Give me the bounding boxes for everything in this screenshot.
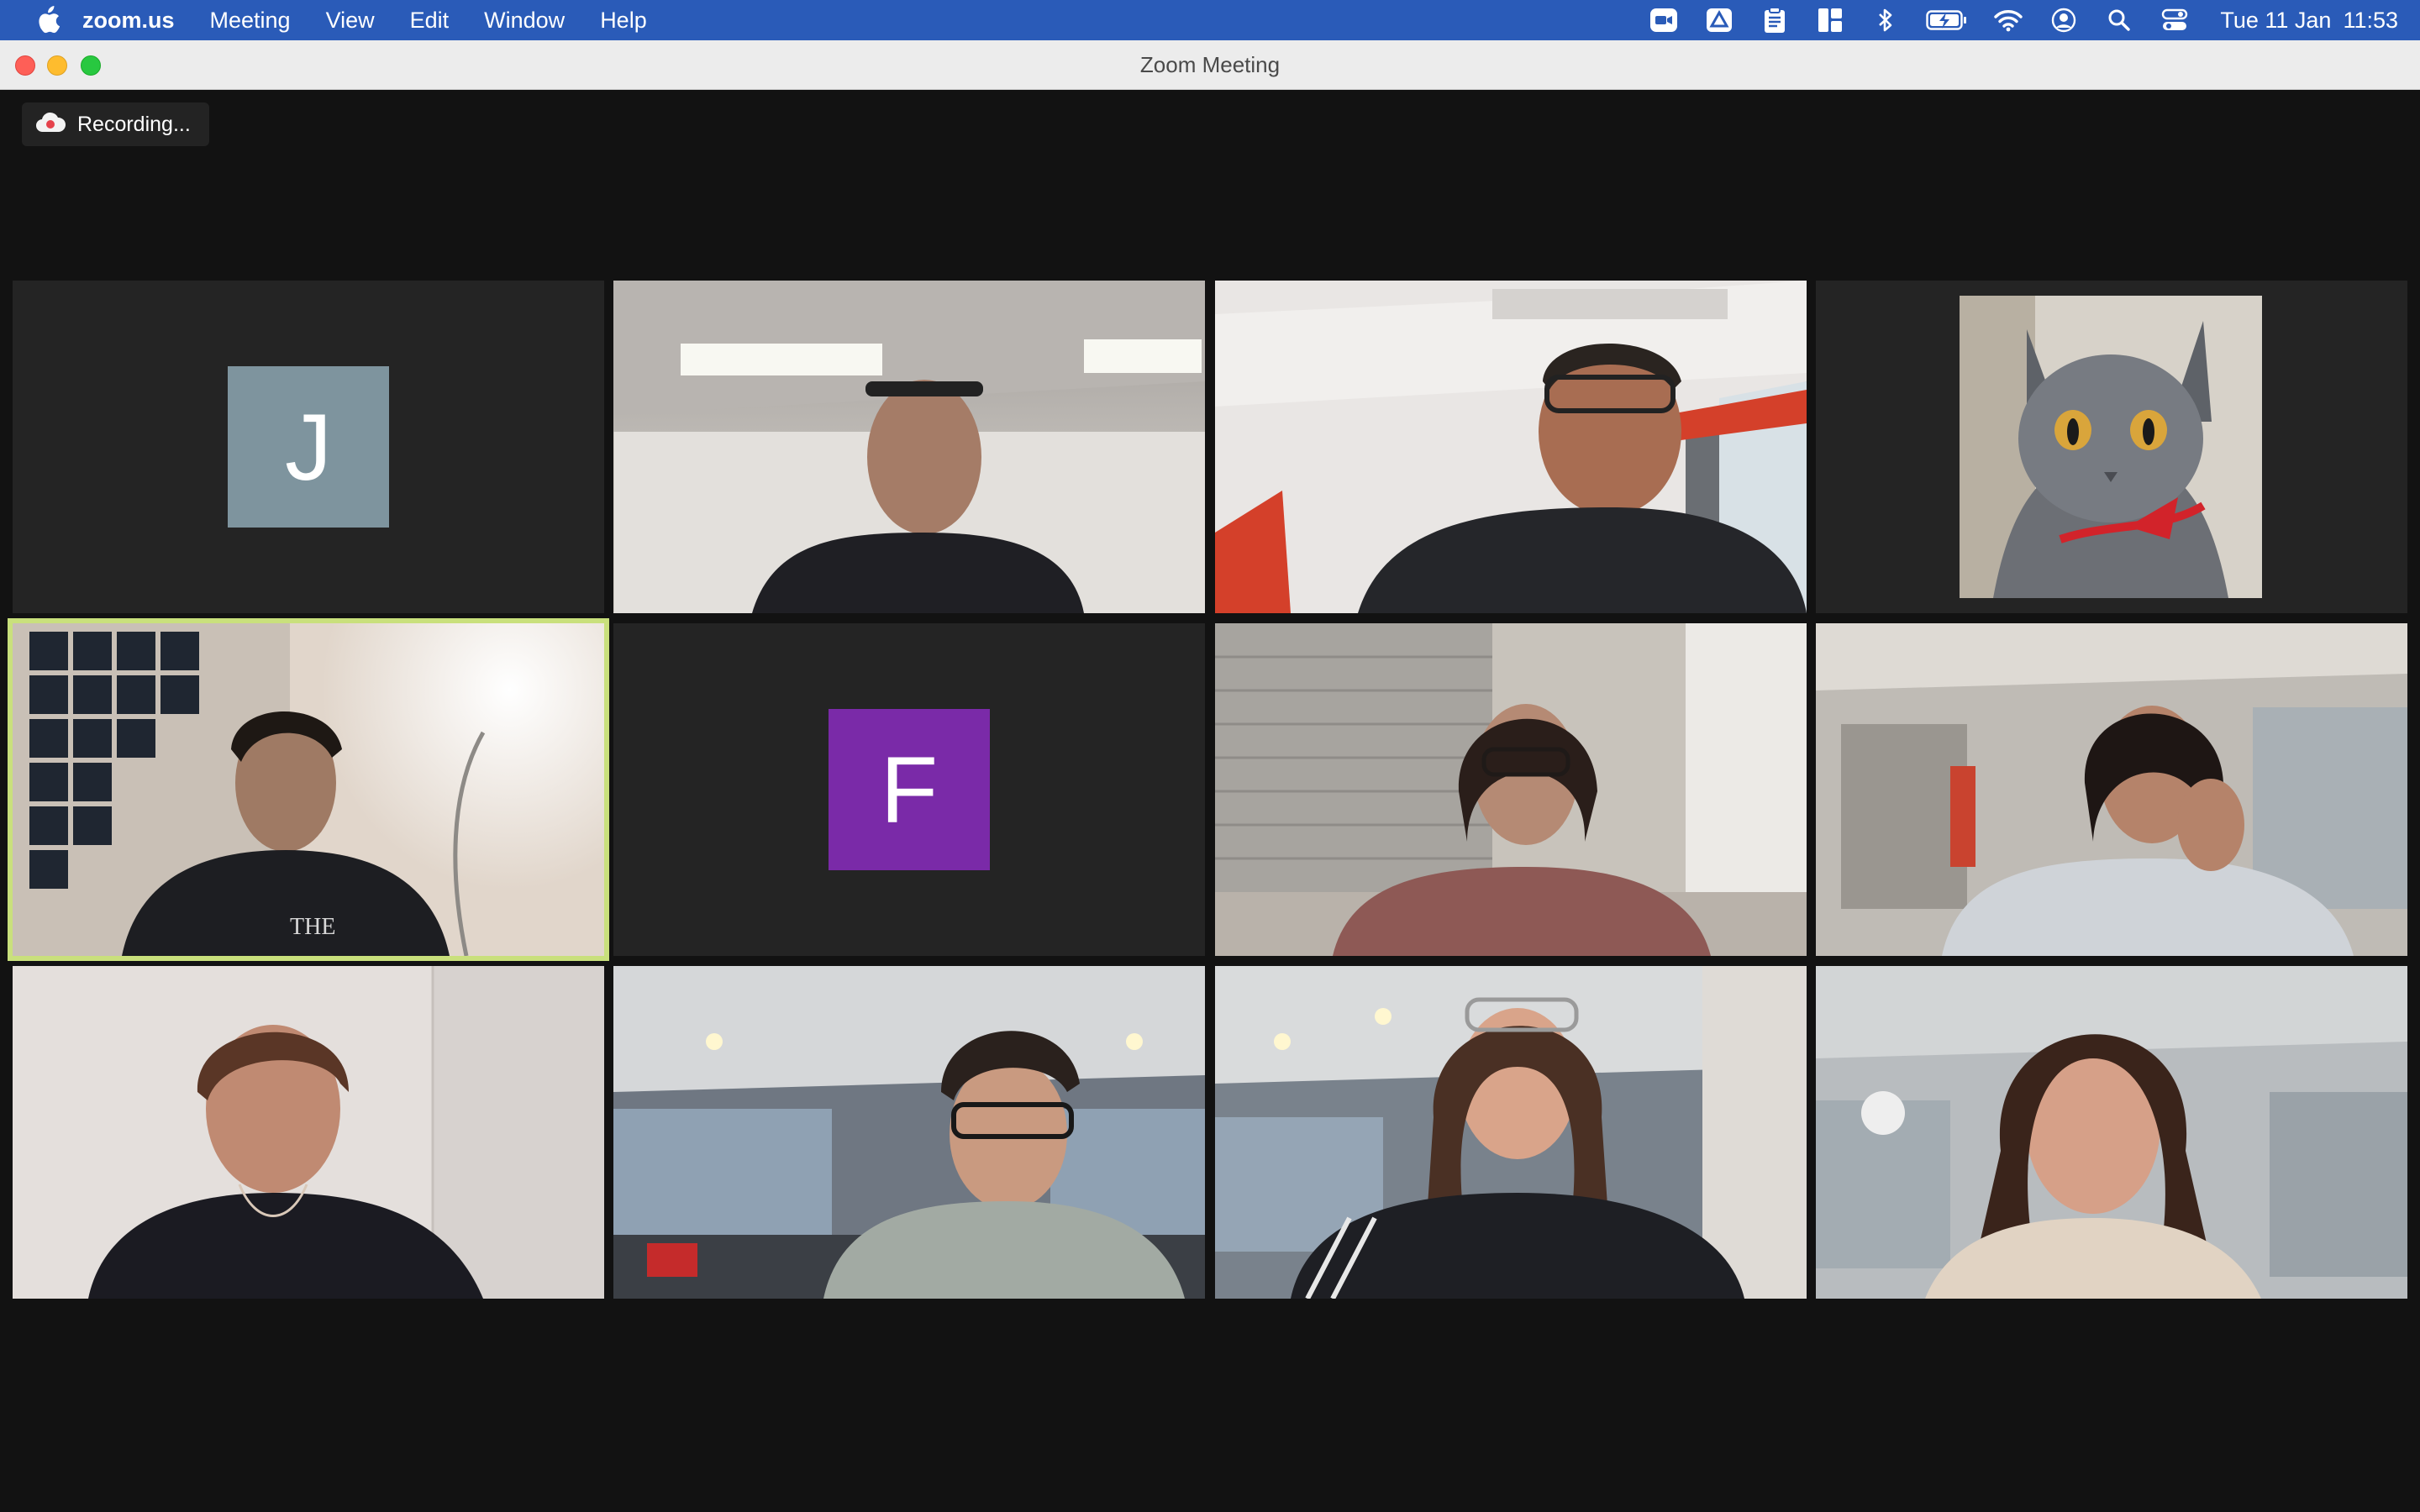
recording-indicator[interactable]: Recording...: [22, 102, 209, 146]
user-account-icon[interactable]: [2049, 7, 2079, 34]
participant-video-tile-active-speaker[interactable]: THE: [8, 618, 609, 961]
app-menu-zoom[interactable]: zoom.us: [82, 8, 175, 34]
bluetooth-icon[interactable]: [1870, 7, 1901, 34]
clock-time: 11:53: [2343, 7, 2398, 33]
clock-date: Tue 11 Jan: [2220, 7, 2332, 33]
window-title: Zoom Meeting: [1139, 52, 1281, 77]
window-title-bar[interactable]: Zoom Meeting: [0, 40, 2420, 90]
drive-icon[interactable]: [1704, 7, 1734, 34]
menu-window[interactable]: Window: [484, 8, 565, 34]
participant-video-tile-2[interactable]: [613, 281, 1205, 613]
participant-video-tile-9[interactable]: [13, 966, 604, 1299]
participant-profile-photo: [1960, 296, 2262, 598]
menu-edit[interactable]: Edit: [410, 8, 450, 34]
participant-video-feed: [1215, 281, 1807, 613]
participant-video-tile-7[interactable]: [1215, 623, 1807, 956]
participant-video-tile-12[interactable]: [1816, 966, 2407, 1299]
apple-menu-icon[interactable]: [35, 6, 60, 34]
menu-help[interactable]: Help: [600, 8, 647, 34]
participant-video-feed: THE: [13, 623, 604, 956]
participant-tile-f[interactable]: F: [613, 623, 1205, 956]
participant-video-feed: [613, 281, 1205, 613]
fullscreen-window-button[interactable]: [81, 55, 101, 76]
wifi-icon[interactable]: [1993, 7, 2023, 34]
spotlight-search-icon[interactable]: [2104, 7, 2134, 34]
minimize-window-button[interactable]: [47, 55, 67, 76]
control-center-icon[interactable]: [2160, 7, 2190, 34]
close-window-button[interactable]: [15, 55, 35, 76]
layout-icon[interactable]: [1815, 7, 1845, 34]
menu-meeting[interactable]: Meeting: [210, 8, 291, 34]
participant-video-tile-8[interactable]: [1816, 623, 2407, 956]
participant-avatar-f: F: [829, 709, 990, 870]
participant-video-tile-3[interactable]: [1215, 281, 1807, 613]
participant-video-feed: [13, 966, 604, 1299]
macos-menu-bar: zoom.us Meeting View Edit Window Help Tu…: [0, 0, 2420, 40]
svg-text:THE: THE: [290, 914, 335, 940]
zoom-video-icon[interactable]: [1649, 7, 1679, 34]
menu-bar-status-area: Tue 11 Jan 11:53: [1649, 0, 2398, 40]
participant-video-feed: [1816, 966, 2407, 1299]
participant-avatar-j: J: [228, 366, 389, 528]
participant-video-tile-11[interactable]: [1215, 966, 1807, 1299]
participant-video-feed: [1816, 623, 2407, 956]
participant-tile-j[interactable]: J: [13, 281, 604, 613]
participant-video-tile-10[interactable]: [613, 966, 1205, 1299]
menu-view[interactable]: View: [326, 8, 375, 34]
clipboard-icon[interactable]: [1760, 7, 1790, 34]
battery-charging-icon[interactable]: [1926, 7, 1968, 34]
participant-video-feed: [613, 966, 1205, 1299]
menu-bar-clock[interactable]: Tue 11 Jan 11:53: [2220, 8, 2398, 34]
participant-video-feed: [1215, 623, 1807, 956]
participant-video-feed: [1215, 966, 1807, 1299]
recording-label: Recording...: [77, 112, 191, 136]
participant-tile-4[interactable]: [1816, 281, 2407, 613]
cloud-recording-icon: [35, 112, 66, 138]
